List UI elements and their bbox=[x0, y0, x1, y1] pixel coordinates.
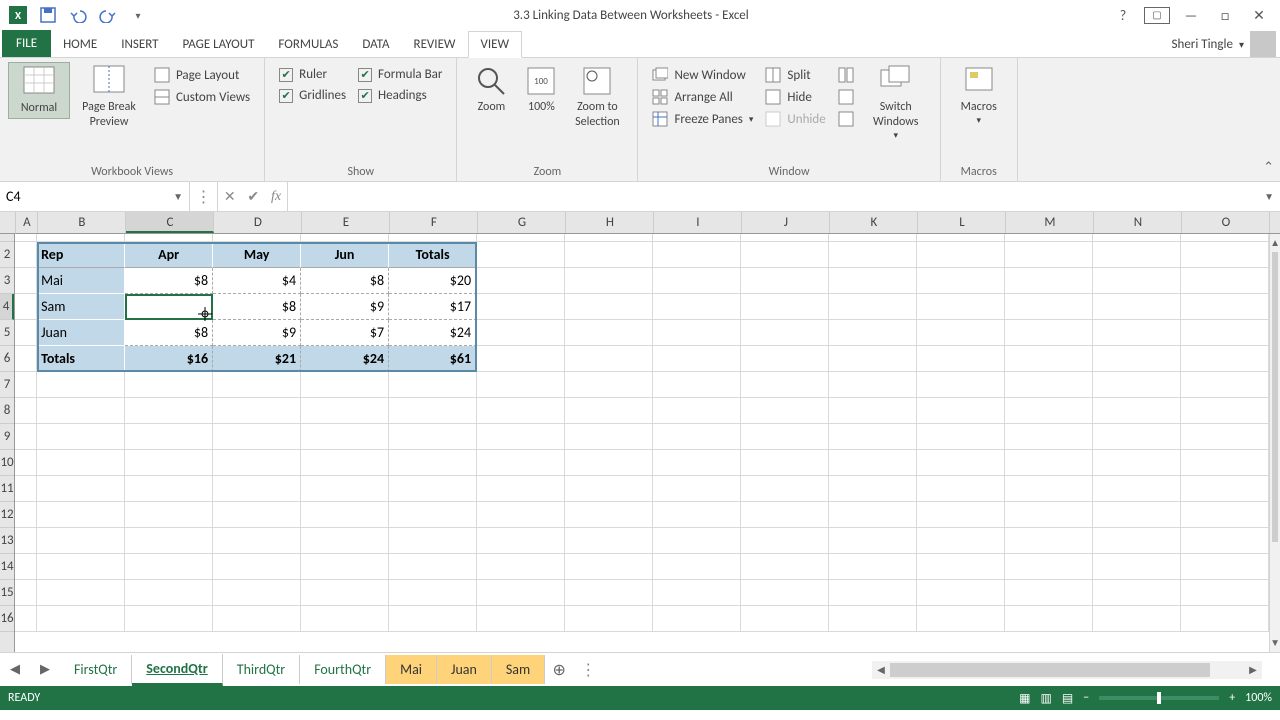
cell-grid[interactable]: Rep Apr May Jun Totals Mai $8 $4 $8 $20 … bbox=[15, 234, 1269, 652]
chevron-down-icon[interactable]: ▼ bbox=[173, 190, 183, 203]
vertical-scrollbar[interactable]: ▲ ▼ bbox=[1269, 234, 1280, 652]
sheet-tab-firstqtr[interactable]: FirstQtr bbox=[60, 655, 132, 684]
sheet-tab-sam[interactable]: Sam bbox=[492, 655, 545, 684]
view-normal-icon[interactable]: ▦ bbox=[1019, 691, 1030, 706]
user-name: Sheri Tingle bbox=[1172, 37, 1233, 52]
page-layout-button[interactable]: Page Layout bbox=[152, 64, 252, 86]
tab-file[interactable]: FILE bbox=[2, 30, 51, 57]
view-break-icon[interactable]: ▤ bbox=[1062, 691, 1073, 706]
scroll-right-icon[interactable]: ▶ bbox=[1244, 663, 1262, 676]
hscroll-thumb[interactable] bbox=[890, 663, 1210, 677]
redo-icon[interactable] bbox=[94, 1, 122, 29]
sheet-tab-secondqtr[interactable]: SecondQtr bbox=[132, 654, 222, 686]
group-zoom: Zoom 100100% Zoom to Selection Zoom bbox=[457, 58, 638, 181]
fx-icon[interactable]: fx bbox=[271, 189, 281, 205]
ruler-checkbox[interactable]: ✔Ruler bbox=[277, 64, 348, 85]
minimize-icon[interactable]: — bbox=[1178, 7, 1204, 24]
sheet-tab-thirdqtr[interactable]: ThirdQtr bbox=[223, 655, 300, 684]
select-all-corner[interactable] bbox=[0, 212, 16, 234]
sheet-tab-mai[interactable]: Mai bbox=[386, 655, 437, 684]
tab-review[interactable]: REVIEW bbox=[402, 32, 468, 57]
svg-text:X: X bbox=[15, 9, 22, 22]
tab-data[interactable]: DATA bbox=[350, 32, 401, 57]
sheet-tab-bar: ◀ ▶ FirstQtr SecondQtr ThirdQtr FourthQtr… bbox=[0, 652, 1280, 686]
tab-page-layout[interactable]: PAGE LAYOUT bbox=[171, 32, 267, 57]
scroll-left-icon[interactable]: ◀ bbox=[872, 663, 890, 676]
freeze-panes-button[interactable]: Freeze Panes▾ bbox=[650, 108, 755, 130]
close-icon[interactable]: ✕ bbox=[1246, 7, 1272, 24]
svg-text:100: 100 bbox=[535, 76, 549, 87]
zoom-to-selection-button[interactable]: Zoom to Selection bbox=[565, 62, 629, 132]
tab-view[interactable]: VIEW bbox=[468, 31, 523, 58]
ribbon: Normal Page Break Preview Page Layout Cu… bbox=[0, 58, 1280, 182]
hide-button[interactable]: Hide bbox=[763, 86, 827, 108]
zoom-out-icon[interactable]: − bbox=[1083, 691, 1089, 705]
formulabar-checkbox[interactable]: ✔Formula Bar bbox=[356, 64, 444, 85]
row-headers[interactable]: 2 3 4 5 6 7 8 9 10 11 12 13 14 15 16 bbox=[0, 234, 15, 652]
zoom-in-icon[interactable]: + bbox=[1229, 691, 1235, 705]
view-layout-icon[interactable]: ▥ bbox=[1041, 691, 1052, 706]
zoom-slider[interactable] bbox=[1099, 696, 1219, 700]
tab-formulas[interactable]: FORMULAS bbox=[266, 32, 350, 57]
reset-position-icon[interactable] bbox=[836, 108, 856, 130]
cancel-icon[interactable]: ✕ bbox=[224, 188, 236, 205]
sheet-tab-juan[interactable]: Juan bbox=[437, 655, 492, 684]
normal-view-button[interactable]: Normal bbox=[8, 62, 70, 119]
group-show: ✔Ruler ✔Gridlines ✔Formula Bar ✔Headings… bbox=[265, 58, 457, 181]
ribbon-options-icon[interactable]: ▢ bbox=[1144, 7, 1170, 24]
qat-customize-icon[interactable]: ▾ bbox=[124, 1, 152, 29]
excel-icon: X bbox=[4, 1, 32, 29]
enter-icon[interactable]: ✔ bbox=[247, 188, 259, 205]
tab-insert[interactable]: INSERT bbox=[109, 32, 170, 57]
gridlines-checkbox[interactable]: ✔Gridlines bbox=[277, 85, 348, 106]
save-icon[interactable] bbox=[34, 1, 62, 29]
sheet-tab-fourthqtr[interactable]: FourthQtr bbox=[300, 655, 386, 684]
group-workbook-views: Normal Page Break Preview Page Layout Cu… bbox=[0, 58, 265, 181]
zoom-button[interactable]: Zoom bbox=[465, 62, 517, 117]
column-headers[interactable]: A B C D E F G H I J K L M N O bbox=[16, 212, 1270, 234]
horizontal-scrollbar[interactable]: ◀ ▶ bbox=[872, 661, 1262, 679]
avatar bbox=[1250, 31, 1276, 57]
new-window-button[interactable]: New Window bbox=[650, 64, 755, 86]
status-mode: READY bbox=[8, 691, 40, 705]
group-window: New Window Arrange All Freeze Panes▾ Spl… bbox=[638, 58, 940, 181]
new-sheet-icon[interactable]: ⊕ bbox=[545, 660, 573, 680]
name-box[interactable]: C4▼ bbox=[0, 182, 190, 211]
scroll-up-icon[interactable]: ▲ bbox=[1270, 234, 1280, 252]
account-area[interactable]: Sheri Tingle▾ bbox=[1172, 31, 1280, 57]
sheet-nav-next-icon[interactable]: ▶ bbox=[40, 662, 50, 677]
zoom-100-button[interactable]: 100100% bbox=[517, 62, 565, 117]
expand-formula-icon[interactable]: ▼ bbox=[1264, 190, 1274, 203]
window-title: 3.3 Linking Data Between Worksheets - Ex… bbox=[152, 8, 1110, 23]
active-cell[interactable] bbox=[125, 294, 213, 320]
unhide-button: Unhide bbox=[763, 108, 827, 130]
group-macros: Macros▾ Macros bbox=[941, 58, 1018, 181]
sheet-nav-prev-icon[interactable]: ◀ bbox=[10, 662, 20, 677]
view-side-icon[interactable] bbox=[836, 64, 856, 86]
collapse-ribbon-icon[interactable]: ⌃ bbox=[1263, 160, 1274, 175]
ribbon-tabs: FILE HOME INSERT PAGE LAYOUT FORMULAS DA… bbox=[0, 30, 1280, 58]
scroll-thumb[interactable] bbox=[1272, 252, 1278, 542]
help-icon[interactable]: ? bbox=[1110, 7, 1136, 24]
tab-home[interactable]: HOME bbox=[51, 32, 109, 57]
zoom-level[interactable]: 100% bbox=[1245, 691, 1272, 705]
maximize-icon[interactable]: □ bbox=[1212, 7, 1238, 24]
undo-icon[interactable] bbox=[64, 1, 92, 29]
switch-windows-button[interactable]: Switch Windows▾ bbox=[860, 62, 932, 143]
custom-views-button[interactable]: Custom Views bbox=[152, 86, 252, 108]
formula-bar[interactable]: ▼ bbox=[288, 182, 1280, 211]
split-button[interactable]: Split bbox=[763, 64, 827, 86]
title-bar: X ▾ 3.3 Linking Data Between Worksheets … bbox=[0, 0, 1280, 30]
formula-row: C4▼ ⋮ ✕ ✔ fx ▼ bbox=[0, 182, 1280, 212]
pagebreak-preview-button[interactable]: Page Break Preview bbox=[70, 62, 148, 132]
sync-scroll-icon[interactable] bbox=[836, 86, 856, 108]
macros-button[interactable]: Macros▾ bbox=[949, 62, 1009, 128]
headings-checkbox[interactable]: ✔Headings bbox=[356, 85, 444, 106]
arrange-all-button[interactable]: Arrange All bbox=[650, 86, 755, 108]
scroll-down-icon[interactable]: ▼ bbox=[1270, 634, 1280, 652]
status-bar: READY ▦ ▥ ▤ − + 100% bbox=[0, 686, 1280, 710]
